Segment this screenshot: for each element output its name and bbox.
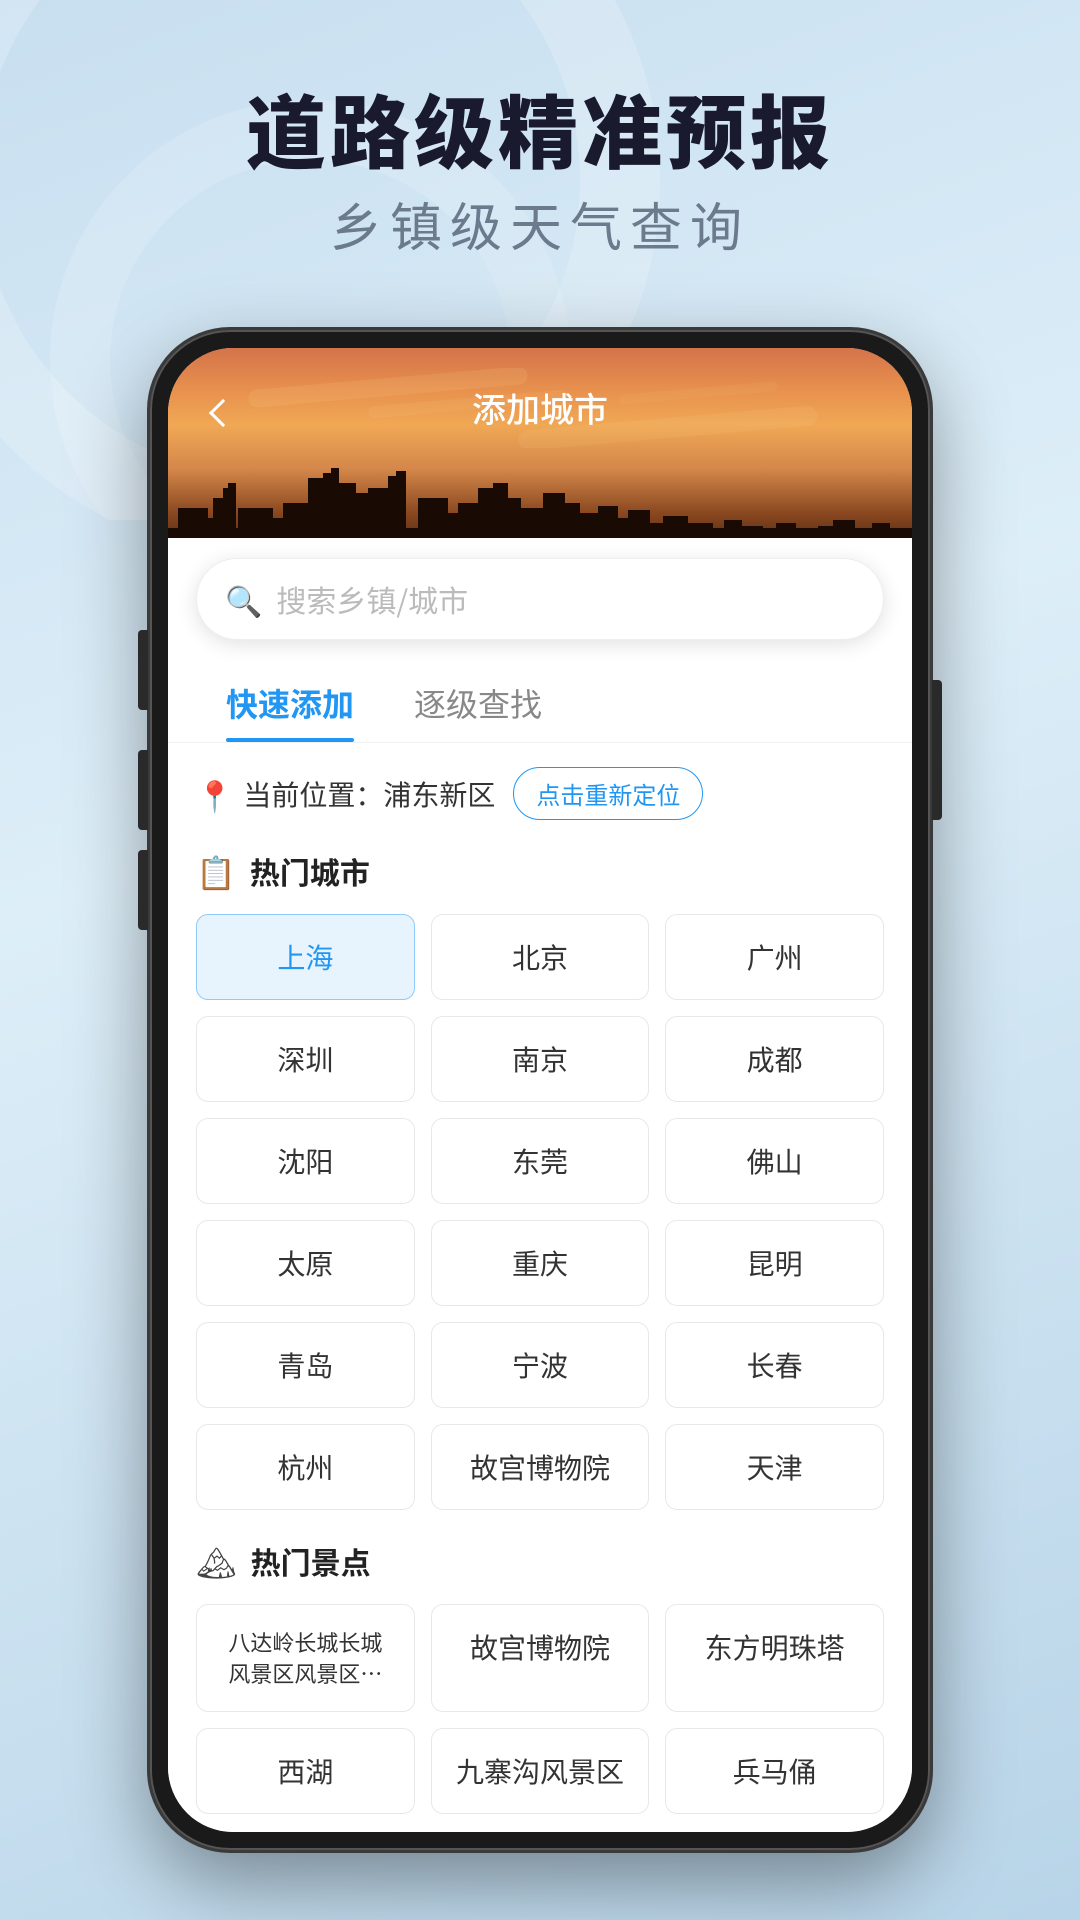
city-item-changchun[interactable]: 长春 [665, 1322, 884, 1408]
phone-screen: 添加城市 🔍 搜索乡镇/城市 快速添加 逐级查找 📍 [168, 348, 912, 1832]
city-item-chongqing[interactable]: 重庆 [431, 1220, 650, 1306]
back-chevron-icon [209, 399, 237, 427]
app-header: 添加城市 [168, 348, 912, 568]
phone-frame: 添加城市 🔍 搜索乡镇/城市 快速添加 逐级查找 📍 [150, 330, 930, 1850]
attractions-grid: 八达岭长城长城风景区风景区… 故宫博物院 东方明珠塔 西湖 九寨沟风景区 兵马俑 [196, 1604, 884, 1814]
hot-cities-header: 📋 热门城市 [196, 848, 884, 894]
city-item-chengdu[interactable]: 成都 [665, 1016, 884, 1102]
city-item-foshan[interactable]: 佛山 [665, 1118, 884, 1204]
city-item-dongguan[interactable]: 东莞 [431, 1118, 650, 1204]
attractions-icon: 🏔 [196, 1538, 237, 1584]
app-title: 添加城市 [472, 383, 608, 432]
search-placeholder[interactable]: 搜索乡镇/城市 [276, 577, 855, 621]
header-section: 道路级精准预报 乡镇级天气查询 [0, 0, 1080, 301]
page-main-title: 道路级精准预报 [0, 80, 1080, 176]
hot-cities-title: 热门城市 [250, 849, 370, 893]
attraction-gugong[interactable]: 故宫博物院 [431, 1604, 650, 1712]
tab-quick-add[interactable]: 快速添加 [196, 660, 384, 742]
city-item-taiyuan[interactable]: 太原 [196, 1220, 415, 1306]
city-item-shenzhen[interactable]: 深圳 [196, 1016, 415, 1102]
content-area: 📍 当前位置：浦东新区 点击重新定位 📋 热门城市 上海 北京 广州 深圳 [168, 743, 912, 1832]
city-item-kunming[interactable]: 昆明 [665, 1220, 884, 1306]
back-button[interactable] [198, 388, 248, 438]
city-item-shanghai[interactable]: 上海 [196, 914, 415, 1000]
city-item-beijing[interactable]: 北京 [431, 914, 650, 1000]
city-item-ningbo[interactable]: 宁波 [431, 1322, 650, 1408]
tabs-container: 快速添加 逐级查找 [168, 660, 912, 743]
city-item-guangzhou[interactable]: 广州 [665, 914, 884, 1000]
tab-step-find[interactable]: 逐级查找 [384, 660, 572, 742]
attractions-section: 🏔 热门景点 八达岭长城长城风景区风景区… 故宫博物院 东方明珠塔 西湖 九寨沟… [196, 1538, 884, 1814]
city-item-gugong[interactable]: 故宫博物院 [431, 1424, 650, 1510]
attractions-header: 🏔 热门景点 [196, 1538, 884, 1584]
attractions-title: 热门景点 [251, 1539, 371, 1583]
city-item-nanjing[interactable]: 南京 [431, 1016, 650, 1102]
relocate-button[interactable]: 点击重新定位 [513, 767, 703, 820]
city-item-shenyang[interactable]: 沈阳 [196, 1118, 415, 1204]
city-item-tianjin[interactable]: 天津 [665, 1424, 884, 1510]
hot-cities-icon: 📋 [196, 848, 236, 894]
search-icon: 🔍 [225, 577, 262, 621]
location-prefix: 当前位置：浦东新区 [243, 774, 495, 814]
city-item-qingdao[interactable]: 青岛 [196, 1322, 415, 1408]
page-sub-title: 乡镇级天气查询 [0, 186, 1080, 261]
attraction-badaling[interactable]: 八达岭长城长城风景区风景区… [196, 1604, 415, 1712]
search-bar-container: 🔍 搜索乡镇/城市 [168, 538, 912, 660]
city-grid: 上海 北京 广州 深圳 南京 成都 沈阳 东莞 佛山 太原 重庆 昆明 青岛 宁… [196, 914, 884, 1510]
attraction-jiuzhaigou[interactable]: 九寨沟风景区 [431, 1728, 650, 1814]
location-pin-icon: 📍 [196, 772, 233, 816]
attraction-xihu[interactable]: 西湖 [196, 1728, 415, 1814]
cloud-4 [618, 381, 778, 405]
attraction-oriental-pearl[interactable]: 东方明珠塔 [665, 1604, 884, 1712]
location-row: 📍 当前位置：浦东新区 点击重新定位 [196, 767, 884, 820]
search-bar[interactable]: 🔍 搜索乡镇/城市 [196, 558, 884, 640]
city-item-hangzhou[interactable]: 杭州 [196, 1424, 415, 1510]
phone-wrapper: 添加城市 🔍 搜索乡镇/城市 快速添加 逐级查找 📍 [150, 330, 930, 1850]
attraction-bingmayong[interactable]: 兵马俑 [665, 1728, 884, 1814]
